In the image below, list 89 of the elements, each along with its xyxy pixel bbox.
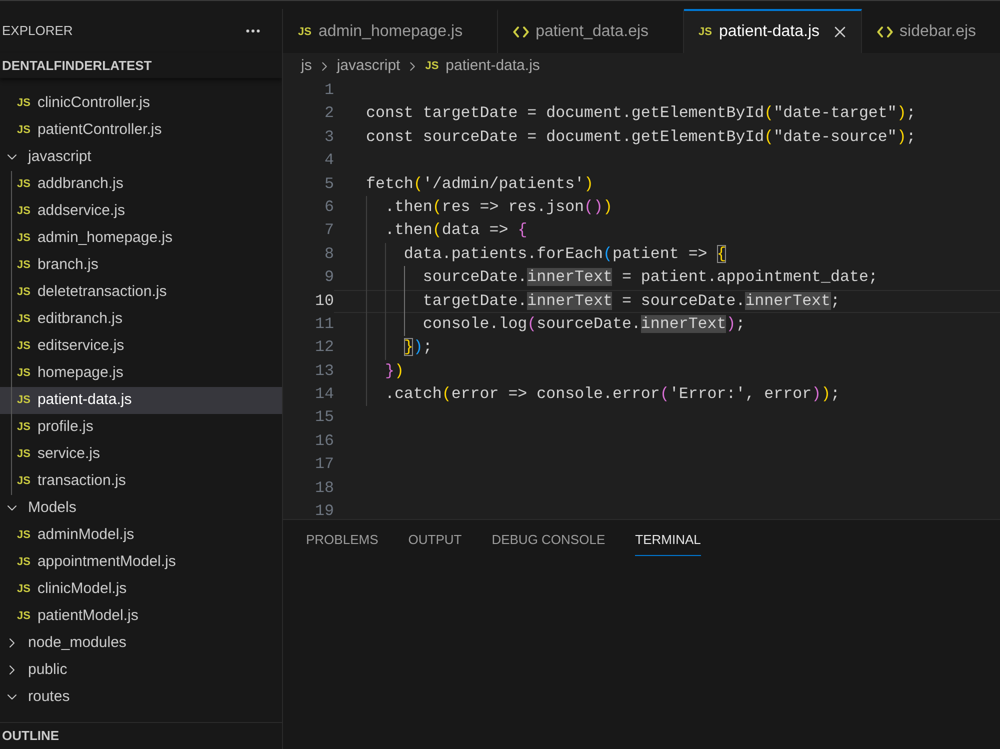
js-icon: JS: [17, 422, 30, 432]
workspace-title[interactable]: DENTALFINDERLATEST: [2, 56, 152, 76]
panel-tab[interactable]: TERMINAL: [635, 520, 701, 556]
file-item[interactable]: JS homepage.js: [0, 360, 282, 386]
editor-tab[interactable]: patient_data.ejs: [498, 9, 684, 53]
code-line: const sourceDate = document.getElementById("date-source");: [366, 128, 916, 146]
js-icon: JS: [17, 124, 30, 136]
file-item[interactable]: JS patient-data.js: [0, 386, 282, 414]
js-icon: JS: [17, 178, 30, 190]
code-line: .then(res => res.json()): [384, 198, 612, 216]
editor-tab[interactable]: JS patient-data.js: [684, 9, 862, 53]
code-line: const targetDate = document.getElementById("date-target");: [366, 104, 916, 122]
line-number: 14: [314, 384, 334, 406]
file-item[interactable]: JS branch.js: [0, 252, 282, 278]
code-line: });: [402, 338, 432, 356]
js-icon: JS: [17, 448, 30, 460]
line-number: 15: [314, 407, 334, 428]
js-icon: JS: [17, 260, 30, 270]
js-icon: JS: [17, 556, 30, 568]
panel-tab[interactable]: OUTPUT: [408, 520, 462, 556]
js-icon: JS: [298, 26, 312, 38]
file-item[interactable]: JS service.js: [0, 440, 282, 468]
file-item[interactable]: JS profile.js: [0, 414, 282, 440]
line-number: 19: [314, 501, 334, 519]
folder-item[interactable]: javascript: [0, 144, 282, 170]
file-item[interactable]: JS clinicController.js: [0, 90, 282, 116]
file-item[interactable]: JS clinicModel.js: [0, 576, 282, 602]
line-number: 4: [324, 150, 334, 172]
line-number: 10: [314, 290, 334, 312]
js-icon: JS: [17, 286, 30, 298]
file-item[interactable]: JS appointmentModel.js: [0, 548, 282, 576]
line-number: 2: [324, 103, 334, 124]
line-number: 9: [324, 267, 334, 288]
js-icon: JS: [17, 394, 30, 406]
line-number: 16: [314, 430, 334, 452]
js-icon: JS: [17, 340, 30, 352]
js-icon: JS: [17, 98, 30, 108]
js-icon: JS: [17, 232, 30, 244]
line-number: 6: [324, 196, 334, 218]
file-item[interactable]: JS addservice.js: [0, 198, 282, 224]
code-line: .then(data => {: [384, 221, 528, 240]
line-number: 7: [324, 220, 334, 242]
folder-item[interactable]: routes: [0, 684, 282, 710]
line-number: 3: [324, 126, 334, 148]
js-icon: JS: [17, 206, 30, 216]
code-line: data.patients.forEach(patient => {: [402, 244, 726, 263]
file-item[interactable]: JS editbranch.js: [0, 306, 282, 332]
line-number: 1: [324, 80, 334, 101]
panel-tab[interactable]: PROBLEMS: [306, 520, 378, 556]
file-item[interactable]: JS patientController.js: [0, 116, 282, 144]
code-file-icon: [512, 26, 529, 38]
code-file-icon: [876, 26, 893, 38]
sidebar-title: EXPLORER: [2, 22, 73, 40]
folder-item[interactable]: node_modules: [0, 630, 282, 656]
code-line: }): [384, 362, 404, 380]
code-line: sourceDate.innerText = patient.appointment_date;: [422, 268, 878, 286]
js-icon: JS: [17, 314, 30, 324]
code-line: targetDate.innerText = sourceDate.innerText;: [422, 292, 840, 310]
code-line: console.log(sourceDate.innerText);: [422, 314, 746, 333]
folder-item[interactable]: public: [0, 656, 282, 684]
line-number: 8: [324, 244, 334, 265]
breadcrumb-item[interactable]: js: [301, 54, 312, 78]
js-icon: JS: [17, 368, 30, 378]
code-line: .catch(error => console.error('Error:', error));: [384, 385, 840, 404]
breadcrumb-item[interactable]: JS patient-data.js: [425, 54, 540, 78]
breadcrumb-item[interactable]: javascript: [336, 54, 400, 78]
file-item[interactable]: JS admin_homepage.js: [0, 224, 282, 252]
line-number: 17: [314, 454, 334, 476]
file-item[interactable]: JS adminModel.js: [0, 522, 282, 548]
js-icon: JS: [425, 60, 439, 72]
panel-tab[interactable]: DEBUG CONSOLE: [492, 520, 606, 556]
file-item[interactable]: JS addbranch.js: [0, 170, 282, 198]
line-number: 5: [324, 174, 334, 195]
file-item[interactable]: JS patientModel.js: [0, 602, 282, 630]
js-icon: JS: [698, 26, 712, 38]
file-item[interactable]: JS editservice.js: [0, 332, 282, 360]
js-icon: JS: [17, 584, 30, 594]
js-icon: JS: [17, 610, 30, 622]
js-icon: JS: [17, 530, 30, 540]
code-line: fetch('/admin/patients'): [366, 174, 594, 193]
line-number: 11: [314, 314, 334, 335]
file-item[interactable]: JS transaction.js: [0, 468, 282, 494]
file-item[interactable]: JS deletetransaction.js: [0, 278, 282, 306]
outline-section-title[interactable]: OUTLINE: [2, 726, 60, 746]
line-number: 18: [314, 478, 334, 499]
line-number: 12: [314, 337, 334, 358]
js-icon: JS: [17, 476, 30, 486]
folder-item[interactable]: Models: [0, 494, 282, 522]
line-number: 13: [314, 360, 334, 382]
